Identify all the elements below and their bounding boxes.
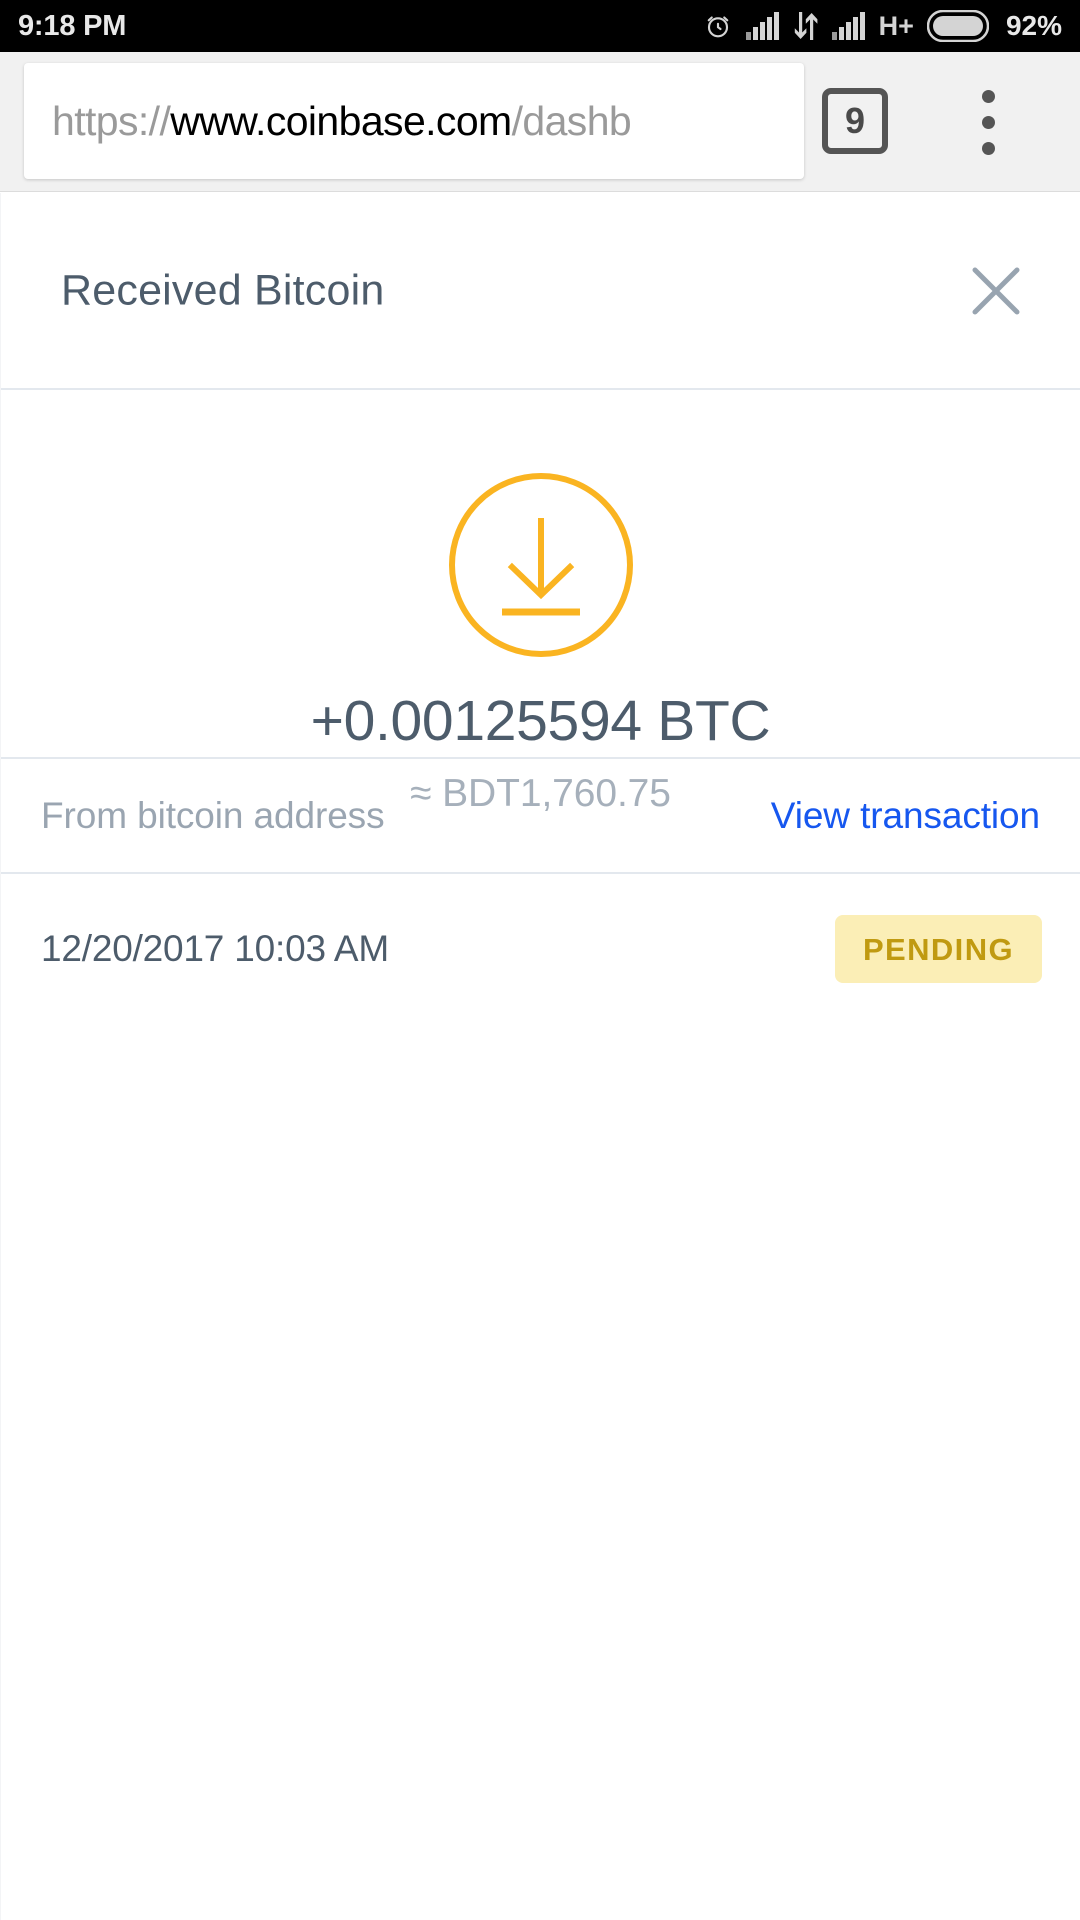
signal-bars-icon [831, 12, 866, 40]
battery-percent-label: 92% [1005, 10, 1062, 41]
status-bar-icons: H+ 92% [703, 10, 1062, 42]
download-arrow-icon [446, 470, 636, 660]
status-badge: PENDING [834, 915, 1042, 983]
network-type-label: H+ [878, 10, 914, 41]
url-host: www.coinbase.com [170, 97, 512, 144]
close-icon[interactable] [958, 253, 1034, 329]
overflow-menu-icon[interactable] [948, 82, 1028, 162]
menu-dot [981, 141, 995, 155]
url-path: /dashb [511, 97, 632, 144]
menu-dot [981, 115, 995, 129]
tab-count-label: 9 [844, 100, 866, 141]
transaction-amount: +0.00125594 BTC [310, 689, 771, 753]
battery-icon [926, 10, 989, 42]
browser-toolbar: https://www.coinbase.com/dashb 9 [0, 52, 1080, 192]
url-bar[interactable]: https://www.coinbase.com/dashb [24, 63, 804, 179]
page-content: Received Bitcoin +0.00125594 BTC ≈ BDT1,… [0, 193, 1080, 1920]
view-transaction-link[interactable]: View transaction [771, 795, 1040, 837]
url-scheme: https:// [52, 97, 171, 144]
transaction-amount-section: +0.00125594 BTC ≈ BDT1,760.75 [1, 390, 1080, 815]
status-bar-clock: 9:18 PM [18, 9, 127, 42]
signal-bars-icon [745, 12, 780, 40]
modal-header: Received Bitcoin [1, 193, 1080, 390]
android-status-bar: 9:18 PM H+ 92% [0, 0, 1080, 52]
data-transfer-icon [793, 12, 819, 40]
from-address-label: From bitcoin address [41, 794, 385, 836]
transaction-timestamp: 12/20/2017 10:03 AM [41, 928, 389, 969]
from-address-row: From bitcoin address View transaction [1, 759, 1080, 874]
page-title: Received Bitcoin [61, 266, 385, 314]
transaction-date-row: 12/20/2017 10:03 AM PENDING [1, 874, 1080, 1024]
menu-dot [981, 89, 995, 103]
alarm-clock-icon [703, 11, 733, 41]
url-text: https://www.coinbase.com/dashb [24, 97, 632, 145]
tab-counter-button[interactable]: 9 [822, 88, 888, 154]
